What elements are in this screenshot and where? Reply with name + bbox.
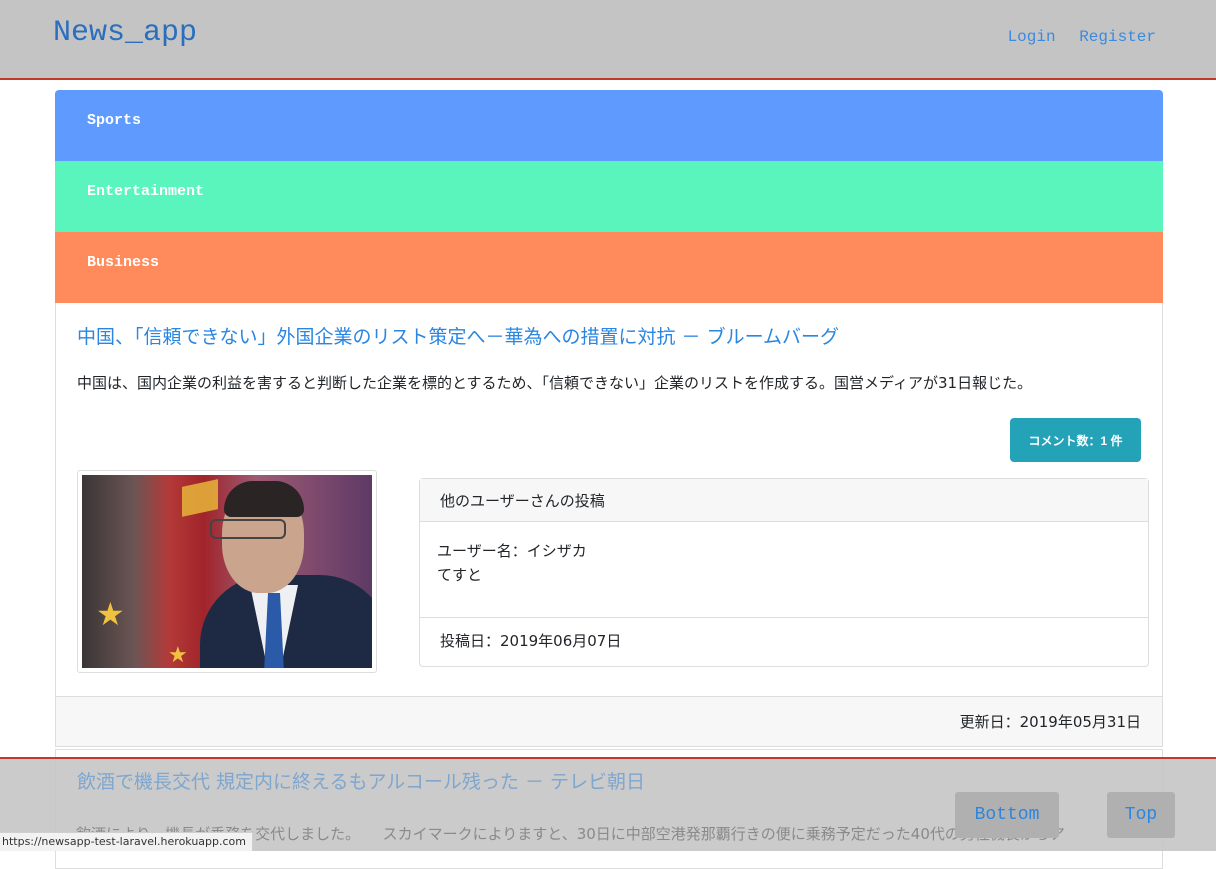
post-body: ユーザー名：イシザカ てすと: [420, 522, 1148, 618]
flag-star: ★: [96, 595, 125, 633]
person-hair: [224, 481, 304, 517]
main-content: Sports Entertainment Business 中国、「信頼できない…: [55, 90, 1163, 869]
register-link[interactable]: Register: [1079, 28, 1156, 46]
post-header: 他のユーザーさんの投稿: [420, 479, 1148, 522]
person-glasses: [210, 519, 286, 539]
post-date: 投稿日：2019年06月07日: [440, 632, 622, 650]
scroll-top-button[interactable]: Top: [1107, 792, 1175, 838]
article-headline[interactable]: 中国、「信頼できない」外国企業のリスト策定へ－華為への措置に対抗 － ブルームバ…: [77, 323, 1141, 351]
article-image[interactable]: ★ ★: [77, 470, 377, 673]
comment-count-button[interactable]: コメント数：1 件: [1010, 418, 1141, 462]
article-summary: 中国は、国内企業の利益を害すると判断した企業を標的とするため、「信頼できない」企…: [77, 374, 1033, 392]
user-post: 他のユーザーさんの投稿 ユーザー名：イシザカ てすと 投稿日：2019年06月0…: [419, 478, 1149, 667]
post-text: てすと: [437, 566, 483, 584]
category-entertainment[interactable]: Entertainment: [55, 161, 1163, 232]
site-header: News_app Login Register: [0, 0, 1216, 80]
article-body: 中国、「信頼できない」外国企業のリスト策定へ－華為への措置に対抗 － ブルームバ…: [56, 303, 1162, 696]
flag-stripe: [182, 479, 218, 517]
article-updated-date: 更新日：2019年05月31日: [56, 696, 1162, 746]
login-link[interactable]: Login: [1008, 28, 1056, 46]
status-bar-url: https://newsapp-test-laravel.herokuapp.c…: [0, 832, 254, 851]
brand-logo[interactable]: News_app: [53, 16, 197, 50]
flag-star: ★: [168, 643, 188, 668]
scroll-bottom-button[interactable]: Bottom: [955, 792, 1059, 838]
category-sports[interactable]: Sports: [55, 90, 1163, 161]
article-card: 中国、「信頼できない」外国企業のリスト策定へ－華為への措置に対抗 － ブルームバ…: [55, 303, 1163, 747]
post-username: ユーザー名：イシザカ: [437, 542, 587, 560]
article-photo: ★ ★: [82, 475, 372, 668]
auth-nav: Login Register: [994, 28, 1156, 46]
next-article-headline[interactable]: 飲酒で機長交代 規定内に終えるもアルコール残った － テレビ朝日: [77, 767, 645, 794]
category-business[interactable]: Business: [55, 232, 1163, 303]
